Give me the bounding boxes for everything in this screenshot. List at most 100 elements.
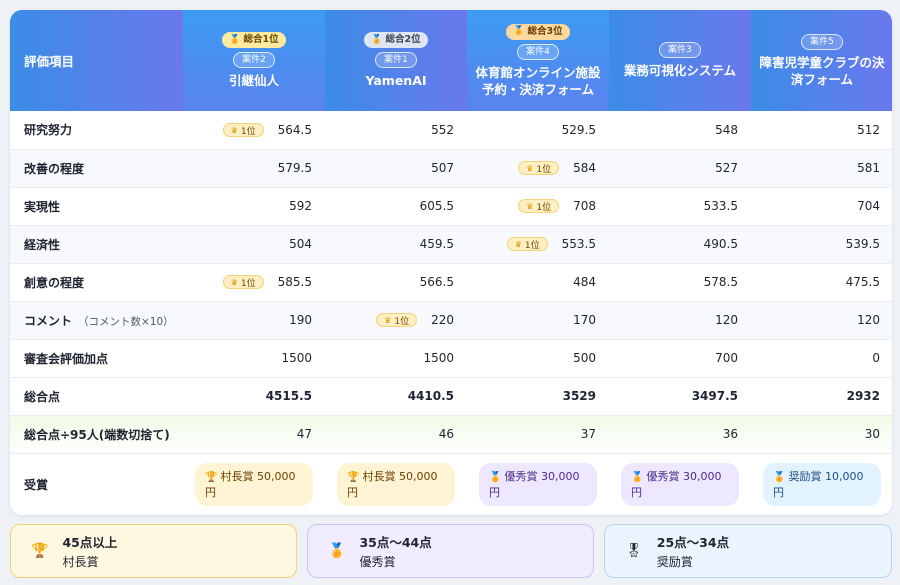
medal-icon: 🏅 — [631, 471, 644, 483]
score-cell: 539.5 — [751, 225, 892, 264]
score-value: 484 — [573, 275, 596, 289]
score-cell: 490.5 — [609, 225, 751, 264]
award-cell: 🏅 優秀賞 30,000円 — [609, 453, 751, 515]
score-value: 120 — [715, 313, 738, 327]
first-place-tag: ♛ 1位 — [222, 275, 264, 290]
crown-icon: ♛ — [230, 125, 238, 135]
column-header-5: 案件5 障害児学童クラブの決済フォーム — [751, 10, 892, 111]
legend-gold: 🏆 45点以上 村長賞 — [10, 524, 297, 578]
overall-rank-badge: 🏅 総合2位 — [364, 32, 428, 48]
legend-award-name: 奨励賞 — [656, 555, 693, 569]
legend-range: 35点〜44点 — [359, 535, 432, 550]
score-value: 512 — [857, 122, 880, 137]
row-label: コメント （コメント数×10） — [10, 301, 183, 340]
table-row: コメント （コメント数×10） 190 ♛ 1位 220 170 120 120 — [10, 301, 892, 340]
evaluation-table: 評価項目 🏅総合1位 案件2 引継仙人 🏅総合2位 案件1 YamenAI — [10, 10, 892, 515]
score-cell: 592 — [183, 187, 325, 226]
score-value: 605.5 — [419, 199, 454, 213]
first-place-tag: ♛ 1位 — [518, 161, 560, 176]
medal-icon: 🏅 — [773, 471, 786, 483]
total-row: 総合点 4515.5 4410.5 3529 3497.5 2932 — [10, 377, 892, 416]
project-name: 体育館オンライン施設予約・決済フォーム — [475, 64, 601, 97]
score-value: 548 — [715, 122, 738, 137]
column-header-3: 🏅 総合3位 案件4 体育館オンライン施設予約・決済フォーム — [467, 10, 609, 111]
column-header-1: 🏅 総合1位 案件2 引継仙人 — [183, 10, 325, 111]
medal-icon: 🏅 — [489, 471, 502, 483]
score-cell: 533.5 — [609, 187, 751, 226]
case-badge: 案件2 — [233, 52, 275, 68]
column-header-2: 🏅 総合2位 案件1 YamenAI — [325, 10, 467, 111]
case-badge: 案件5 — [801, 33, 843, 50]
overall-rank-badge: 🏅 総合1位 — [222, 32, 286, 48]
crown-icon: ♛ — [514, 239, 522, 249]
column-header-4: 案件3 業務可視化システム — [609, 10, 751, 111]
crown-icon: ♛ — [384, 315, 392, 325]
row-label: 受賞 — [24, 477, 49, 492]
table-row: 改善の程度 579.5 507 ♛ 1位 584 527 581 — [10, 149, 892, 188]
score-cell: 475.5 — [751, 263, 892, 302]
trophy-icon: 🏆 — [31, 543, 49, 559]
row-label: 創意の程度 — [10, 263, 183, 302]
score-value: 592 — [289, 199, 312, 213]
score-cell: ♛ 1位 220 — [325, 301, 467, 340]
score-value: 553.5 — [561, 236, 596, 251]
score-value: 585.5 — [277, 274, 312, 289]
crown-icon: ♛ — [230, 277, 238, 287]
first-place-tag: ♛ 1位 — [222, 123, 264, 137]
case-badge: 案件3 — [659, 42, 701, 58]
score-cell: 512 — [751, 111, 892, 150]
score-cell: ♛ 1位 553.5 — [467, 225, 609, 264]
score-cell: 548 — [609, 111, 751, 150]
total-score: 2932 — [751, 377, 892, 416]
award-badge: 🏅 優秀賞 30,000円 — [621, 462, 739, 506]
score-value: 552 — [431, 122, 454, 137]
score-cell: 459.5 — [325, 225, 467, 264]
row-label: 経済性 — [10, 225, 183, 264]
score-cell: 579.5 — [183, 149, 325, 188]
row-label: 研究努力 — [10, 111, 183, 150]
project-name: 引継仙人 — [228, 73, 279, 88]
header-label: 評価項目 — [10, 10, 183, 111]
award-badge: 🏆 村長賞 50,000円 — [195, 462, 313, 506]
score-cell: 1500 — [325, 339, 467, 378]
medal-icon: 🏅 — [513, 26, 525, 36]
score-value: 500 — [573, 351, 596, 365]
score-cell: 120 — [609, 301, 751, 340]
score-cell: 566.5 — [325, 263, 467, 302]
score-cell: 578.5 — [609, 263, 751, 302]
case-badge: 案件1 — [375, 52, 417, 68]
score-cell: 527 — [609, 149, 751, 188]
score-cell: 484 — [467, 263, 609, 302]
award-cell: 🏆 村長賞 50,000円 — [325, 453, 467, 515]
score-value: 190 — [289, 313, 312, 327]
score-body: 研究努力 ♛ 1位 564.5 552 529.5 548 512 改善の程度 579.5 507 ♛… — [10, 111, 892, 515]
evaluation-card: 評価項目 🏅総合1位 案件2 引継仙人 🏅総合2位 案件1 YamenAI — [10, 10, 892, 515]
score-value: 527 — [715, 161, 738, 175]
score-value: 0 — [872, 351, 880, 365]
average-score: 30 — [751, 415, 892, 454]
score-value: 578.5 — [703, 275, 738, 289]
trophy-icon: 🏆 — [347, 471, 360, 483]
row-label: 総合点 — [10, 377, 183, 416]
score-value: 529.5 — [561, 122, 596, 137]
average-score: 36 — [609, 415, 751, 454]
score-value: 566.5 — [419, 275, 454, 289]
case-badge: 案件4 — [517, 43, 559, 60]
score-cell: 700 — [609, 339, 751, 378]
score-cell: 0 — [751, 339, 892, 378]
row-label: 総合点÷95人(端数切捨て) — [10, 415, 183, 454]
average-score: 46 — [325, 415, 467, 454]
score-value: 1500 — [281, 351, 312, 365]
score-cell: 504 — [183, 225, 325, 264]
legend-award-name: 村長賞 — [62, 555, 99, 569]
overall-rank-badge: 🏅 総合3位 — [506, 23, 570, 40]
score-value: 1500 — [423, 351, 454, 365]
score-cell: ♛ 1位 564.5 — [183, 111, 325, 150]
score-cell: 500 — [467, 339, 609, 378]
trophy-icon: 🏆 — [205, 471, 218, 483]
score-value: 708 — [573, 198, 596, 213]
score-cell: ♛ 1位 585.5 — [183, 263, 325, 302]
award-cell: 🏅 優秀賞 30,000円 — [467, 453, 609, 515]
project-name: 障害児学童クラブの決済フォーム — [759, 54, 885, 87]
score-value: 475.5 — [845, 275, 880, 289]
